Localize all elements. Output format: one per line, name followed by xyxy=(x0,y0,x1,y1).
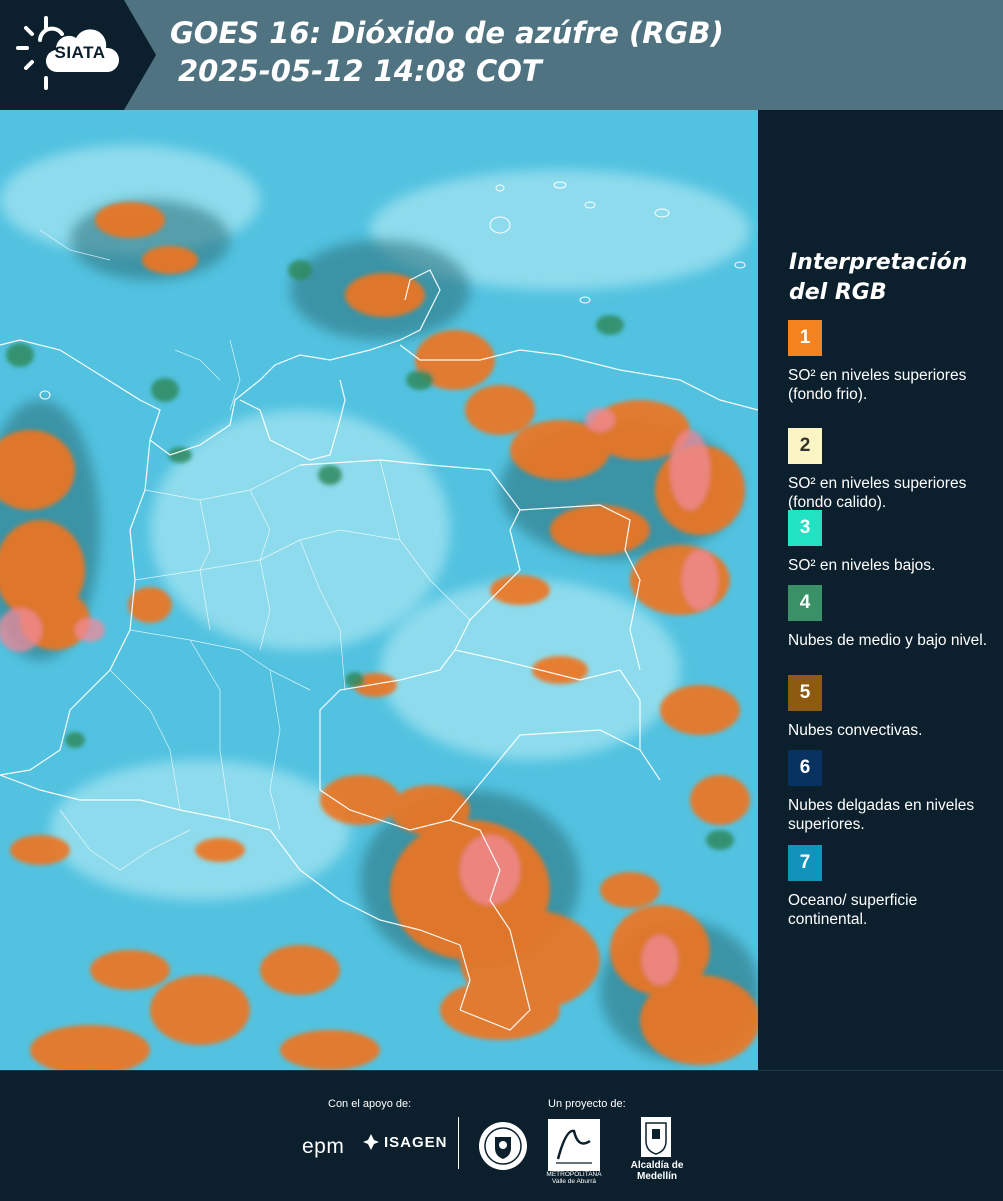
crest-icon xyxy=(645,1122,667,1155)
support-caption: Con el apoyo de: xyxy=(328,1098,412,1110)
legend-item-4: 4 Nubes de medio y bajo nivel. xyxy=(788,585,993,650)
legend-title: Interpretación del RGB xyxy=(789,250,968,305)
footer: Con el apoyo de: Un proyecto de: epm ISA… xyxy=(0,1070,1003,1201)
legend-item-7: 7 Oceano/ superficie continental. xyxy=(788,845,993,929)
isagen-logo[interactable]: ISAGEN xyxy=(362,1133,448,1151)
legend-description: Nubes de medio y bajo nivel. xyxy=(788,632,988,649)
legend-swatch: 5 xyxy=(788,675,822,711)
legend-description: SO² en niveles bajos. xyxy=(788,557,936,574)
alcaldia-logo[interactable] xyxy=(641,1117,671,1157)
logo-label: SIATA xyxy=(54,43,106,62)
title-line-timestamp: 2025-05-12 14:08 COT xyxy=(178,54,542,88)
epm-logo[interactable]: epm xyxy=(302,1135,344,1159)
area-icon xyxy=(556,1129,592,1164)
legend-item-5: 5 Nubes convectivas. xyxy=(788,675,993,740)
seal-icon xyxy=(479,1122,527,1170)
footer-divider xyxy=(458,1117,459,1169)
legend-swatch: 4 xyxy=(788,585,822,621)
legend-item-3: 3 SO² en niveles bajos. xyxy=(788,510,993,575)
legend-item-2: 2 SO² en niveles superiores (fondo calido… xyxy=(788,428,993,512)
legend-description: Nubes delgadas en niveles superiores. xyxy=(788,797,975,833)
legend-swatch: 6 xyxy=(788,750,822,786)
isagen-icon xyxy=(363,1134,379,1150)
legend-item-6: 6 Nubes delgadas en niveles superiores. xyxy=(788,750,993,834)
area-metropolitana-label: METROPOLITANA Valle de Aburrá xyxy=(546,1171,602,1185)
legend-swatch: 7 xyxy=(788,845,822,881)
satellite-map[interactable] xyxy=(0,110,758,1070)
siata-logo[interactable]: SIATA xyxy=(0,0,158,110)
project-caption: Un proyecto de: xyxy=(548,1098,626,1110)
legend-description: SO² en niveles superiores (fondo calido)… xyxy=(788,475,967,511)
legend-panel: Interpretación del RGB 1 SO² en niveles s… xyxy=(760,110,1003,1070)
medellin-seal-logo[interactable] xyxy=(478,1121,528,1176)
legend-item-1: 1 SO² en niveles superiores (fondo frio). xyxy=(788,320,993,404)
legend-description: Nubes convectivas. xyxy=(788,722,923,739)
alcaldia-label: Alcaldía de Medellín xyxy=(630,1160,684,1182)
area-metropolitana-logo[interactable] xyxy=(548,1119,600,1171)
page-title: GOES 16: Dióxido de azúfre (RGB) 2025-05… xyxy=(170,14,724,90)
legend-swatch: 3 xyxy=(788,510,822,546)
legend-swatch: 1 xyxy=(788,320,822,356)
isagen-label: ISAGEN xyxy=(384,1133,448,1151)
legend-description: SO² en niveles superiores (fondo frio). xyxy=(788,367,967,403)
legend-description: Oceano/ superficie continental. xyxy=(788,892,918,928)
header: SIATA GOES 16: Dióxido de azúfre (RGB) 2… xyxy=(0,0,1003,110)
legend-swatch: 2 xyxy=(788,428,822,464)
title-line-product: GOES 16: Dióxido de azúfre (RGB) xyxy=(170,16,724,50)
satellite-image xyxy=(0,110,758,1070)
